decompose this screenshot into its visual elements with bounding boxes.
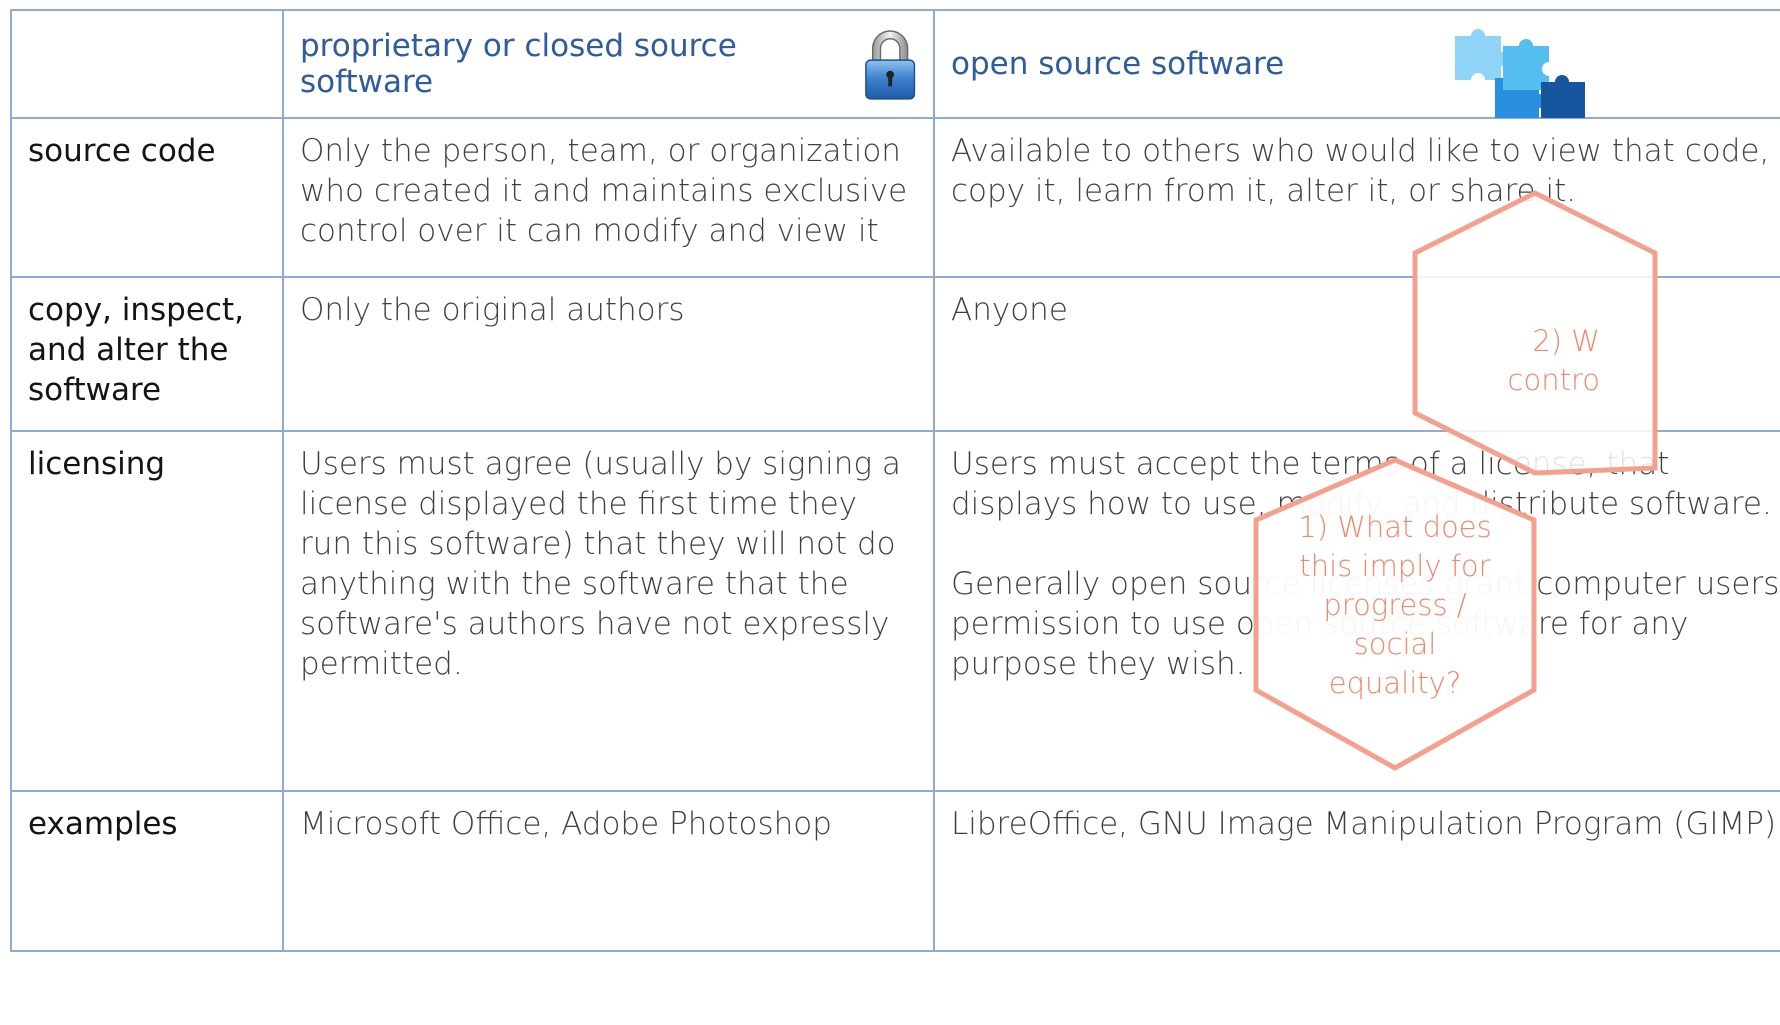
header-open-label: open source software: [951, 46, 1285, 82]
row-label: source code: [28, 133, 216, 169]
header-cell-open: open source software: [933, 9, 1780, 119]
header-cell-proprietary: proprietary or closed source software: [282, 9, 935, 119]
table-row: examples Microsoft Office, Adobe Photosh…: [10, 790, 1780, 952]
proprietary-cell: Only the person, team, or organization w…: [300, 133, 908, 249]
callout-question-1: 1) What does this imply for progress / s…: [1298, 510, 1492, 700]
open-cell: LibreOffice, GNU Image Manipulation Prog…: [951, 806, 1777, 842]
slide: proprietary or closed source software op…: [0, 0, 1780, 1025]
proprietary-cell: Only the original authors: [300, 292, 685, 328]
padlock-icon: [864, 30, 915, 100]
row-label: copy, inspect, and alter the software: [28, 292, 244, 408]
puzzle-pieces-icon: [1455, 29, 1585, 118]
proprietary-cell: Users must agree (usually by signing a l…: [300, 446, 901, 682]
proprietary-cell: Microsoft Office, Adobe Photoshop: [300, 806, 832, 842]
callout-question-2: 2) W contro: [1507, 324, 1600, 397]
row-label: examples: [28, 806, 178, 842]
row-label: licensing: [28, 446, 166, 482]
header-cell-empty: [10, 9, 284, 119]
header-proprietary-label: proprietary or closed source software: [300, 28, 737, 100]
